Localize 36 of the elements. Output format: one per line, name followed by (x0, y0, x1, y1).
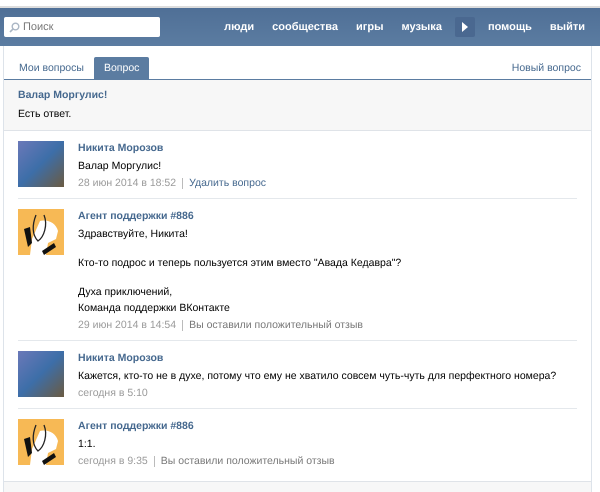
message-time: сегодня в 5:10 (78, 386, 148, 400)
message-time: сегодня в 9:35 (78, 454, 148, 468)
play-icon (460, 21, 469, 33)
feedback-note: Вы оставили положительный отзыв (160, 454, 335, 468)
new-question-link[interactable]: Новый вопрос (508, 57, 585, 79)
play-button[interactable] (454, 17, 475, 37)
message-text: Духа приключений, (78, 285, 172, 300)
author-link[interactable]: Никита Морозов (78, 351, 556, 365)
nav-link[interactable]: игры (347, 21, 392, 33)
message-text: Кто-то подрос и теперь пользуется этим вместо "Авада Кедавра"? (78, 256, 402, 271)
author-link[interactable]: Агент поддержки #886 (78, 419, 335, 433)
nav-link[interactable]: помощь (478, 21, 541, 33)
message-text: Валар Моргулис! (78, 159, 162, 174)
question-status: Есть ответ. (18, 108, 72, 121)
question-title: Валар Моргулис! (18, 89, 108, 102)
nav-link[interactable]: музыка (392, 21, 451, 33)
message-text: Здравствуйте, Никита! (78, 227, 188, 242)
message-time: 28 июн 2014 в 18:52 (78, 176, 176, 190)
message-time: 29 июн 2014 в 14:54 (78, 318, 176, 332)
nav-link[interactable]: выйти (540, 21, 594, 33)
tab[interactable]: Мои вопросы (9, 57, 94, 79)
message-text: Команда поддержки ВКонтакте (78, 301, 230, 316)
message-text: 1:1. (78, 437, 96, 452)
agent-avatar-icon (18, 209, 64, 255)
nav-link[interactable]: сообщества (263, 21, 348, 33)
agent-avatar-icon (18, 419, 64, 465)
photo-placeholder (18, 351, 64, 397)
author-link[interactable]: Никита Морозов (78, 141, 266, 155)
tab[interactable]: Вопрос (94, 57, 150, 79)
photo-placeholder (18, 141, 64, 187)
feedback-note: Вы оставили положительный отзыв (189, 318, 363, 332)
search-field[interactable]: Поиск (4, 17, 160, 37)
message-text: Кажется, кто-то не в духе, потому что ему не хватило совсем чуть-чуть для перфектного номера? (78, 369, 556, 384)
delete-question-link[interactable]: Удалить вопрос (189, 176, 266, 190)
author-link[interactable]: Агент поддержки #886 (78, 209, 402, 223)
nav-link[interactable]: люди (215, 21, 264, 33)
